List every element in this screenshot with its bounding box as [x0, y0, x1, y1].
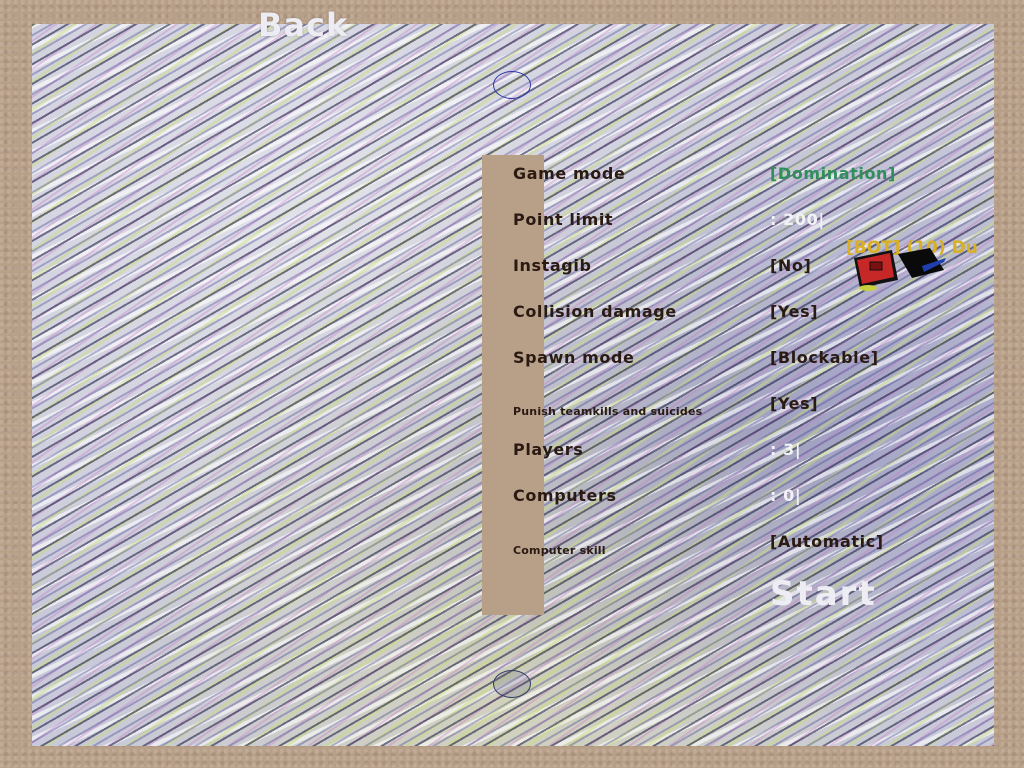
- computers-label: Computers: [513, 486, 617, 505]
- point-limit-input[interactable]: : 200|: [770, 210, 825, 229]
- computer-skill-label: Computer skill: [513, 544, 606, 557]
- start-button[interactable]: Start: [770, 574, 877, 614]
- punish-teamkills-label: Punish teamkills and suicides: [513, 405, 703, 418]
- players-label: Players: [513, 440, 584, 459]
- spawn-mode-value[interactable]: [Blockable]: [770, 348, 879, 367]
- game-mode-label: Game mode: [513, 164, 626, 183]
- computers-input[interactable]: : 0|: [770, 486, 801, 505]
- bot-ship-icon: [854, 248, 946, 291]
- collision-damage-label: Collision damage: [513, 302, 677, 321]
- instagib-value[interactable]: [No]: [770, 256, 811, 275]
- scroll-up-icon[interactable]: [493, 71, 531, 99]
- scroll-down-icon[interactable]: [493, 670, 531, 698]
- spawn-mode-label: Spawn mode: [513, 348, 635, 367]
- instagib-label: Instagib: [513, 256, 592, 275]
- point-limit-label: Point limit: [513, 210, 614, 229]
- game-mode-value[interactable]: [Domination]: [770, 164, 896, 183]
- back-button[interactable]: Back: [258, 6, 348, 44]
- collision-damage-value[interactable]: [Yes]: [770, 302, 818, 321]
- computer-skill-value[interactable]: [Automatic]: [770, 532, 884, 551]
- punish-teamkills-value[interactable]: [Yes]: [770, 394, 818, 413]
- players-input[interactable]: : 3|: [770, 440, 801, 459]
